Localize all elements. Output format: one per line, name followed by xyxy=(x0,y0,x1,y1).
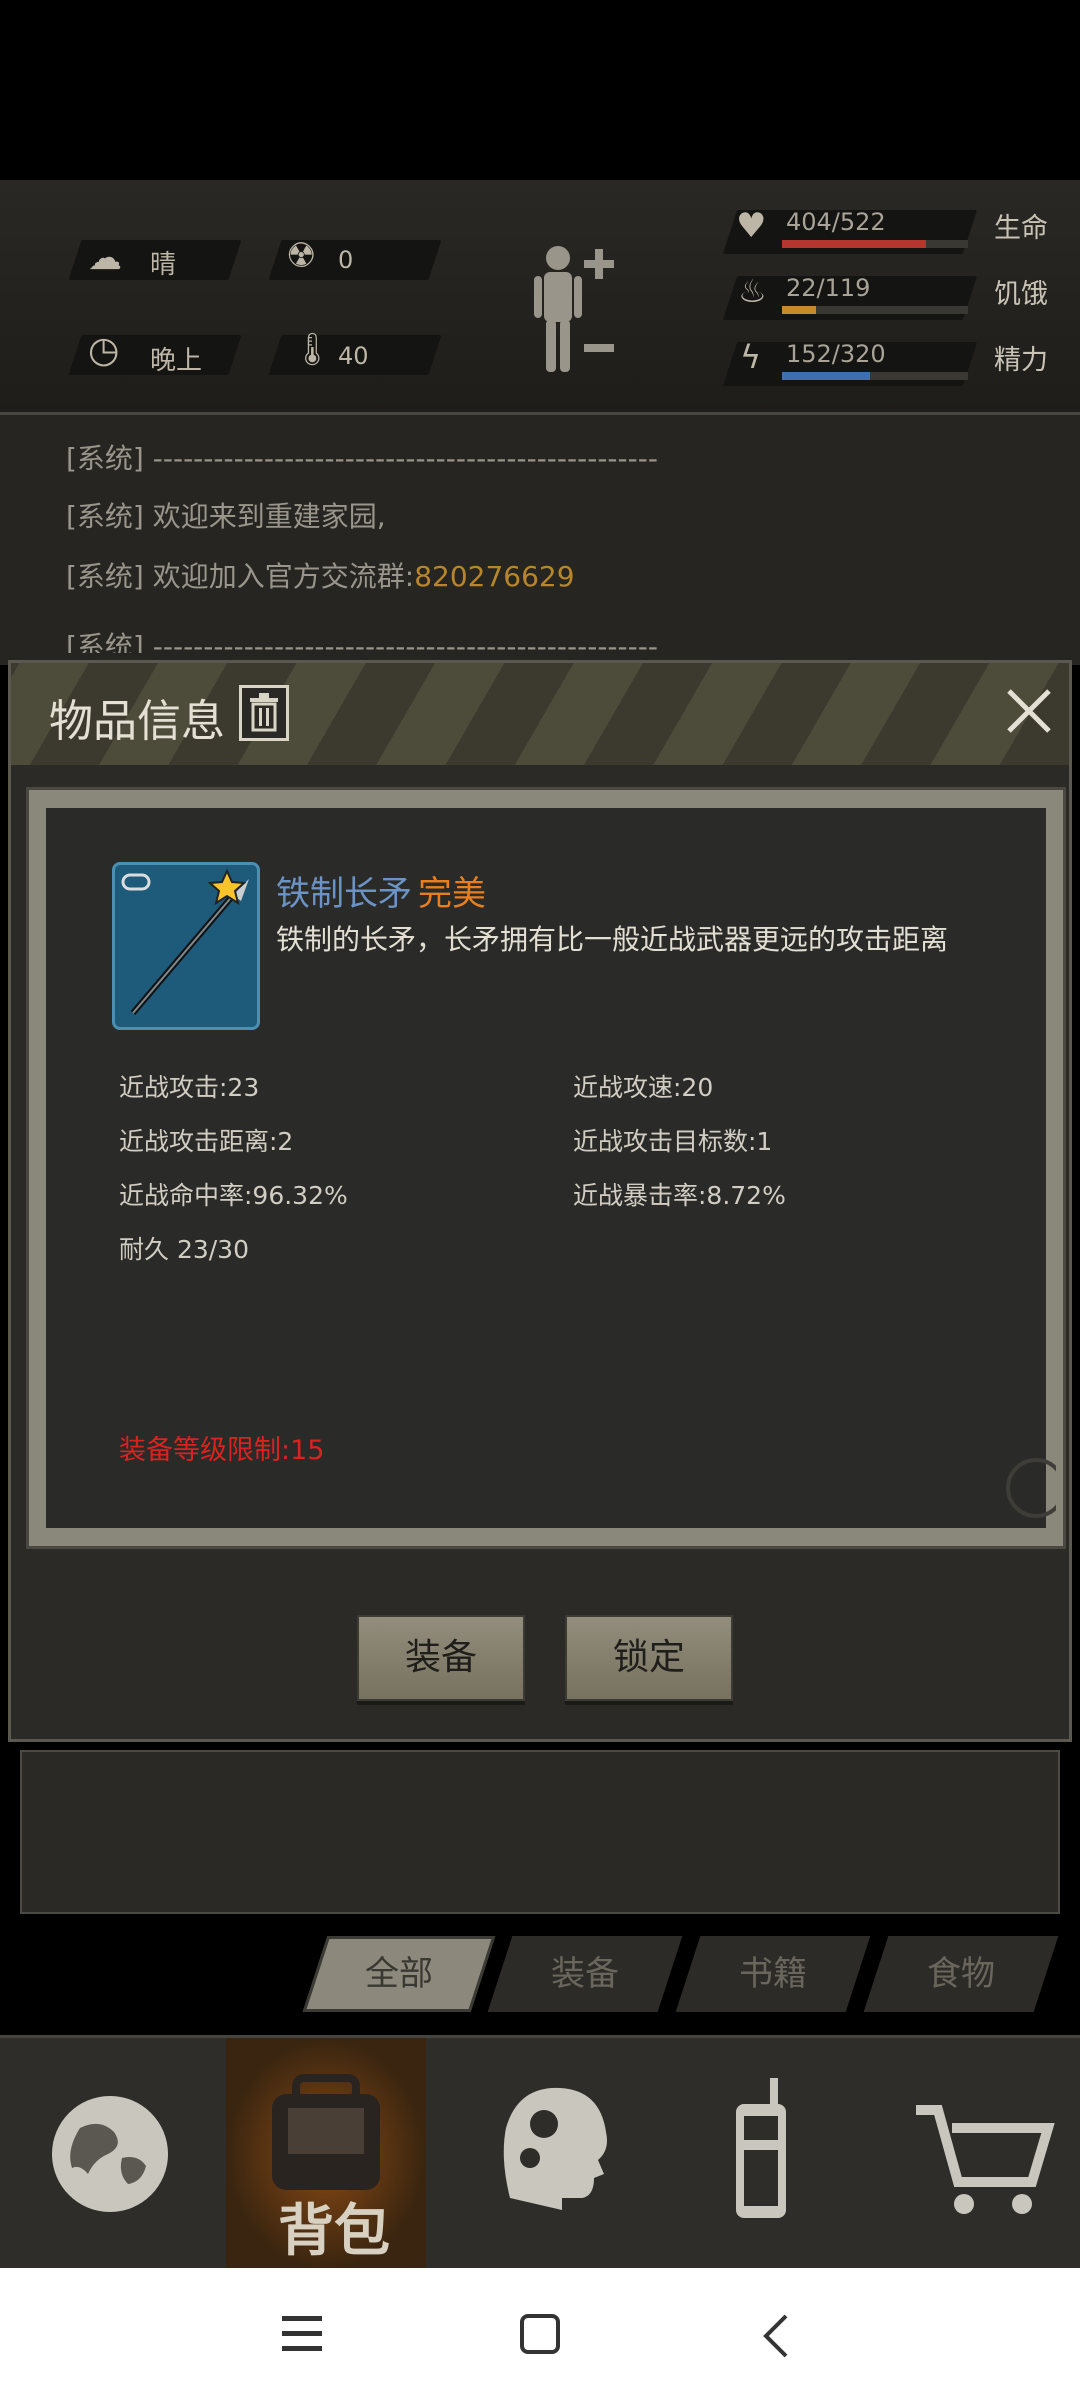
stat-melee-attack: 近战攻击:23 xyxy=(119,1073,260,1102)
cloud-sun-icon: ☁ xyxy=(88,238,122,278)
close-icon[interactable] xyxy=(1001,683,1057,739)
item-detail-frame: 铁制长矛 完美 铁制的长矛，长矛拥有比一般近战武器更远的攻击距离 近战攻击:23… xyxy=(26,787,1066,1549)
log-line: [系统] 欢迎来到重建家园, xyxy=(66,500,386,533)
bottom-nav: 背包 xyxy=(0,2035,1080,2270)
tab-food[interactable]: 食物 xyxy=(876,1936,1046,2012)
hunger-label: 饥饿 xyxy=(994,279,1048,310)
system-nav-bar xyxy=(0,2268,1080,2400)
walkie-talkie-icon xyxy=(736,2078,786,2218)
stat-melee-targets: 近战攻击目标数:1 xyxy=(573,1127,773,1156)
item-info-dialog: 物品信息 铁制长矛 完美 铁制的长矛，长矛拥有比一般近战武器更远的攻击距离 近战… xyxy=(8,660,1072,1742)
radiation-icon: ☢ xyxy=(286,236,317,276)
lightning-icon: ϟ xyxy=(740,338,762,376)
status-panel: ☁ 晴 ☢ 0 ◷ 晚上 🌡 40 ♥ 404/522 生命 ♨ 22/119 … xyxy=(0,180,1080,415)
health-bar xyxy=(782,240,968,248)
clock-icon: ◷ xyxy=(88,330,120,371)
stat-melee-crit: 近战暴击率:8.72% xyxy=(573,1181,786,1210)
radiation-value: 0 xyxy=(338,246,354,274)
body-status-icon[interactable] xyxy=(520,240,620,380)
temperature-value: 40 xyxy=(338,342,369,370)
stat-melee-speed: 近战攻速:20 xyxy=(573,1073,714,1102)
nav-world[interactable] xyxy=(10,2038,210,2270)
item-detail-panel: 铁制长矛 完美 铁制的长矛，长矛拥有比一般近战武器更远的攻击距离 近战攻击:23… xyxy=(46,808,1056,1528)
message-log[interactable]: [系统] -----------------------------------… xyxy=(0,415,1080,665)
group-number: 820276629 xyxy=(414,560,575,593)
trash-icon[interactable] xyxy=(239,685,289,741)
equip-button[interactable]: 装备 xyxy=(357,1615,525,1701)
shopping-cart-icon xyxy=(916,2105,1055,2214)
thermometer-icon: 🌡 xyxy=(292,330,333,368)
item-quality: 完美 xyxy=(418,874,486,914)
globe-icon xyxy=(52,2096,168,2212)
weather-text: 晴 xyxy=(150,250,177,280)
head-gears-icon xyxy=(503,2087,607,2210)
nav-radio[interactable] xyxy=(660,2038,860,2270)
energy-label: 精力 xyxy=(994,345,1048,376)
stomach-icon: ♨ xyxy=(738,272,767,310)
dialog-title: 物品信息 xyxy=(49,696,225,747)
energy-value: 152/320 xyxy=(786,340,886,368)
tab-equipment[interactable]: 装备 xyxy=(500,1936,670,2012)
stat-durability: 耐久 23/30 xyxy=(119,1235,249,1264)
radiation-watermark-icon xyxy=(1006,1458,1056,1518)
lock-button[interactable]: 锁定 xyxy=(565,1615,733,1701)
log-line: [系统] 欢迎加入官方交流群:820276629 xyxy=(66,560,575,593)
nav-shop[interactable] xyxy=(876,2038,1076,2270)
backpack-label: 背包 xyxy=(278,2199,390,2264)
item-description: 铁制的长矛，长矛拥有比一般近战武器更远的攻击距离 xyxy=(276,923,949,956)
log-line: [系统] -----------------------------------… xyxy=(66,442,658,475)
nav-skills[interactable] xyxy=(440,2038,640,2270)
log-line: [系统] -----------------------------------… xyxy=(66,630,658,653)
dialog-header: 物品信息 xyxy=(11,663,1069,765)
tab-all[interactable]: 全部 xyxy=(315,1936,483,2012)
inventory-list[interactable] xyxy=(20,1750,1060,1914)
level-requirement: 装备等级限制:15 xyxy=(119,1435,325,1466)
stat-melee-range: 近战攻击距离:2 xyxy=(119,1127,294,1156)
health-value: 404/522 xyxy=(786,208,886,236)
hunger-value: 22/119 xyxy=(786,274,871,302)
energy-bar xyxy=(782,372,968,380)
time-of-day: 晚上 xyxy=(150,346,203,376)
spear-icon xyxy=(121,868,249,1015)
health-label: 生命 xyxy=(994,213,1048,244)
back-icon[interactable] xyxy=(756,2312,796,2360)
hunger-bar xyxy=(782,306,968,314)
item-icon-slot[interactable] xyxy=(112,862,260,1030)
menu-icon[interactable] xyxy=(280,2314,324,2354)
stat-melee-accuracy: 近战命中率:96.32% xyxy=(119,1181,348,1210)
home-icon[interactable] xyxy=(518,2312,562,2356)
heart-icon: ♥ xyxy=(736,206,767,246)
nav-backpack[interactable]: 背包 xyxy=(226,2038,426,2270)
item-name: 铁制长矛 xyxy=(276,874,412,914)
tab-books[interactable]: 书籍 xyxy=(688,1936,858,2012)
